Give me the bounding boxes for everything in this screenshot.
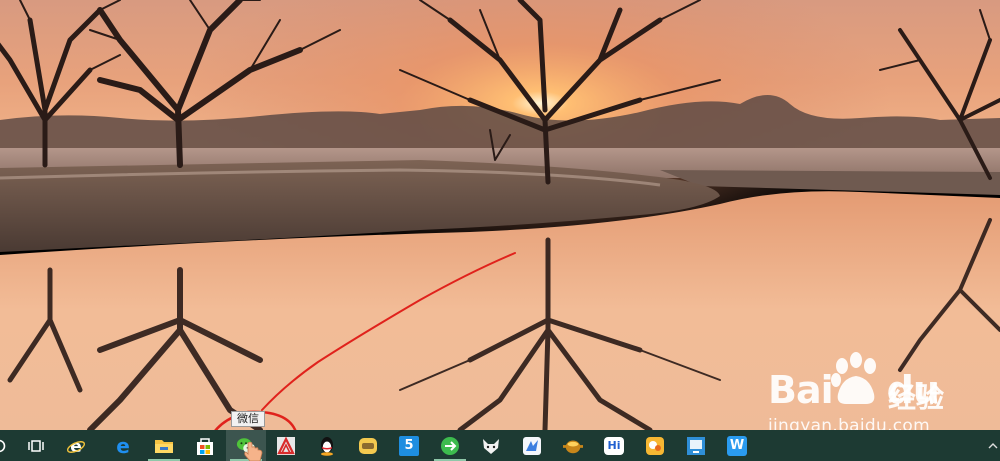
green-circle-icon xyxy=(440,436,460,456)
fox-icon xyxy=(481,436,501,456)
screen-icon xyxy=(686,436,706,456)
taskbar-expand-arrow[interactable] xyxy=(986,430,1000,461)
task-view-icon xyxy=(26,436,46,456)
taskbar-bird-app-button[interactable] xyxy=(512,430,552,461)
app-5-icon: 5 xyxy=(399,435,419,456)
taskbar-ie-button[interactable]: e xyxy=(56,430,96,461)
jingyan-label: 经验 xyxy=(888,381,945,414)
taskbar-w-app-button[interactable]: W xyxy=(717,430,757,461)
hi-app-label: Hi xyxy=(607,439,621,452)
taskbar: e e 5 Hi W xyxy=(0,430,1000,461)
taskbar-pot-app-button[interactable] xyxy=(553,430,593,461)
taskbar-qq-button[interactable] xyxy=(307,430,347,461)
orange-app-icon xyxy=(645,436,665,456)
svg-text:e: e xyxy=(70,437,82,456)
taskbar-fox-app-button[interactable] xyxy=(471,430,511,461)
taskbar-orange-app-button[interactable] xyxy=(635,430,675,461)
taskbar-tooltip: 微信 xyxy=(231,411,265,427)
taskbar-app-5-button[interactable]: 5 xyxy=(389,430,429,461)
hi-chat-icon: Hi xyxy=(604,436,624,455)
baidu-jingyan-watermark: Bai du 经验 jingyan.baidu.com xyxy=(762,350,952,440)
bird-icon xyxy=(522,436,542,456)
edge-icon: e xyxy=(113,436,133,456)
task-view-button[interactable] xyxy=(16,430,56,461)
chevron-up-icon xyxy=(988,442,998,448)
taskbar-red-app-button[interactable] xyxy=(266,430,306,461)
store-bag-icon xyxy=(195,436,215,456)
taskbar-screen-app-button[interactable] xyxy=(676,430,716,461)
w-app-label: W xyxy=(729,438,745,453)
yellow-app-icon xyxy=(358,436,378,456)
taskbar-store-button[interactable] xyxy=(185,430,225,461)
taskbar-green-app-button[interactable] xyxy=(430,430,470,461)
internet-explorer-icon: e xyxy=(66,436,86,456)
w-app-icon: W xyxy=(727,435,747,456)
red-app-icon xyxy=(276,436,296,456)
taskbar-edge-button[interactable]: e xyxy=(103,430,143,461)
folder-icon xyxy=(154,436,174,456)
taskbar-search-button[interactable] xyxy=(0,430,12,461)
search-circle-icon xyxy=(0,436,9,456)
taskbar-hi-app-button[interactable]: Hi xyxy=(594,430,634,461)
taskbar-file-explorer-button[interactable] xyxy=(144,430,184,461)
hand-cursor-icon xyxy=(244,442,263,461)
qq-penguin-icon xyxy=(317,436,337,456)
pot-icon xyxy=(563,436,583,456)
taskbar-yellow-app-button[interactable] xyxy=(348,430,388,461)
app-5-label: 5 xyxy=(404,438,414,453)
svg-text:e: e xyxy=(116,436,130,456)
